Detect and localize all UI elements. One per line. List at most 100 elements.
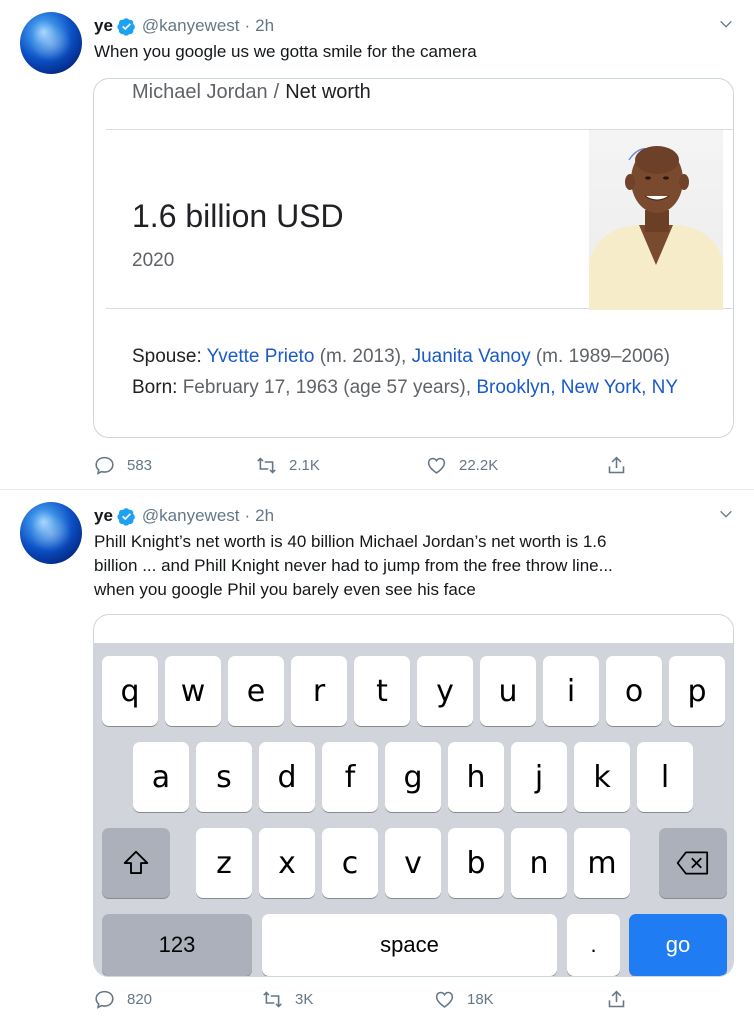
breadcrumb-subject: Michael Jordan [132,81,268,103]
separator-dot: · [244,506,251,525]
key-f: f [322,742,378,812]
tweet-time[interactable]: 2h [255,506,274,526]
retweet-icon [257,456,276,474]
retweet-count: 2.1K [289,456,320,474]
reply-count: 820 [127,990,153,1008]
key-q: q [102,656,158,726]
key-v: v [385,828,441,898]
reply-count: 583 [127,456,153,474]
google-result-card[interactable]: Michael Jordan / Net worth 1.6 billion USD… [93,78,734,438]
go-key: go [629,914,727,976]
tweet-text: When you google us we gotta smile for th… [94,42,477,61]
retweet-count: 3K [295,990,314,1008]
tweet-text-line: when you google Phil you barely even see… [94,580,476,599]
key-r: r [291,656,347,726]
born-value: February 17, 1963 (age 57 years), [182,377,472,398]
key-m: m [574,828,630,898]
reply-icon [95,990,114,1009]
avatar[interactable] [20,12,82,74]
person-photo [589,130,723,310]
key-t: t [354,656,410,726]
key-b: b [448,828,504,898]
key-d: d [259,742,315,812]
like-icon [427,457,446,474]
ios-keyboard: q w e r t y u i o p a s d f g h j k l z … [94,643,733,976]
key-c: c [322,828,378,898]
tweet-text: Phill Knight’s net worth is 40 billion M… [94,530,734,602]
tweet-text-line: Phill Knight’s net worth is 40 billion M… [94,532,607,551]
keyboard-image-card[interactable]: q w e r t y u i o p a s d f g h j k l z … [93,614,734,977]
person-facts: Spouse: Yvette Prieto (m. 2013), Juanita… [132,341,692,403]
tweet-actions: 583 2.1K 22.2K [94,453,654,477]
like-button[interactable]: 22.2K [426,455,498,476]
net-worth-year: 2020 [132,250,175,271]
author-name[interactable]: ye [94,506,113,526]
key-y: y [417,656,473,726]
author-handle[interactable]: @kanyewest [142,16,240,36]
spouse-line: Spouse: Yvette Prieto (m. 2013), Juanita… [132,341,692,372]
reply-button[interactable]: 583 [94,455,152,476]
space-key: space [262,914,557,976]
spouse-note-2: (m. 1989–2006) [535,346,671,367]
breadcrumb: Michael Jordan / Net worth [132,79,371,105]
avatar[interactable] [20,502,82,564]
period-key: . [567,914,620,976]
tweet-text-line: billion ... and Phill Knight never had t… [94,556,613,575]
chevron-down-icon[interactable] [718,16,734,32]
key-j: j [511,742,567,812]
breadcrumb-separator: / [273,81,280,103]
key-s: s [196,742,252,812]
share-button[interactable] [606,455,639,476]
key-n: n [511,828,567,898]
net-worth-value: 1.6 billion USD [132,198,344,234]
like-count: 18K [467,990,494,1008]
retweet-button[interactable]: 2.1K [256,455,320,476]
key-g: g [385,742,441,812]
born-place-link[interactable]: Brooklyn, New York, NY [476,377,678,398]
born-label: Born: [132,377,178,398]
share-icon [608,990,625,1007]
separator-dot: · [244,16,251,35]
spouse-link-2[interactable]: Juanita Vanoy [412,346,531,367]
breadcrumb-current: Net worth [285,81,371,103]
retweet-button[interactable]: 3K [262,989,313,1010]
shift-icon [123,850,149,874]
net-worth-panel: 1.6 billion USD 2020 [106,129,733,310]
tweet-1[interactable]: ye @kanyewest · 2h When you google us we… [0,0,754,490]
like-icon [435,991,454,1008]
key-i: i [543,656,599,726]
key-k: k [574,742,630,812]
key-o: o [606,656,662,726]
verified-badge-icon [117,507,135,526]
spouse-label: Spouse: [132,346,202,367]
share-icon [608,456,625,473]
shift-key [102,828,170,898]
backspace-icon [676,851,709,875]
share-button[interactable] [606,989,639,1010]
numbers-key: 123 [102,914,252,976]
retweet-icon [263,990,282,1008]
key-h: h [448,742,504,812]
tweet-actions: 820 3K 18K [94,987,654,1011]
verified-badge-icon [117,17,135,36]
author-handle[interactable]: @kanyewest [142,506,240,526]
author-name[interactable]: ye [94,16,113,36]
key-e: e [228,656,284,726]
key-l: l [637,742,693,812]
reply-icon [95,456,114,475]
tweet-2[interactable]: ye @kanyewest · 2h Phill Knight’s net wo… [0,490,754,1024]
born-line: Born: February 17, 1963 (age 57 years), … [132,372,692,403]
spouse-link-1[interactable]: Yvette Prieto [207,346,315,367]
like-button[interactable]: 18K [434,989,494,1010]
spouse-note-1: (m. 2013), [319,346,407,367]
tweet-header: ye @kanyewest · 2h [94,504,274,528]
key-w: w [165,656,221,726]
tweet-time[interactable]: 2h [255,16,274,36]
chevron-down-icon[interactable] [718,506,734,522]
backspace-key [659,828,727,898]
key-a: a [133,742,189,812]
reply-button[interactable]: 820 [94,989,152,1010]
like-count: 22.2K [459,456,499,474]
key-z: z [196,828,252,898]
tweet-header: ye @kanyewest · 2h [94,14,274,38]
